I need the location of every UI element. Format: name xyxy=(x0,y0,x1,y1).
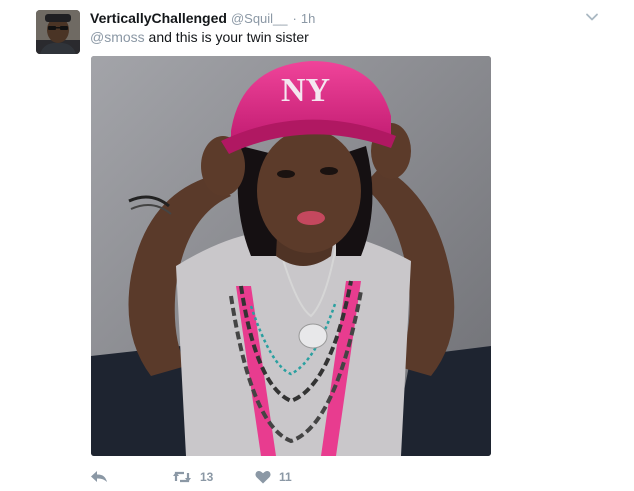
avatar-image xyxy=(36,10,80,54)
separator-dot: · xyxy=(292,11,297,26)
retweet-button[interactable]: 13 xyxy=(172,466,213,488)
like-button[interactable]: 11 xyxy=(255,466,292,488)
tweet-header: VerticallyChallenged @Squil__ · 1h xyxy=(90,10,315,28)
mention-link[interactable]: @smoss xyxy=(90,29,145,45)
tweet: VerticallyChallenged @Squil__ · 1h @smos… xyxy=(0,0,634,491)
display-name[interactable]: VerticallyChallenged xyxy=(90,10,227,26)
more-options-button[interactable] xyxy=(585,10,599,22)
like-count: 11 xyxy=(279,470,292,484)
retweet-count: 13 xyxy=(200,470,214,484)
tweet-actions: 13 11 xyxy=(90,466,390,488)
heart-icon xyxy=(255,471,271,484)
cap-logo: NY xyxy=(281,72,330,109)
timestamp[interactable]: 1h xyxy=(301,11,315,26)
tweet-photo[interactable]: NY xyxy=(91,56,491,456)
tweet-text: @smoss and this is your twin sister xyxy=(90,28,309,46)
tweet-text-body: and this is your twin sister xyxy=(144,29,309,45)
user-handle[interactable]: @Squil__ xyxy=(231,11,288,26)
photo-image: NY xyxy=(91,56,491,456)
avatar[interactable] xyxy=(36,10,80,54)
reply-icon xyxy=(91,471,107,482)
retweet-icon xyxy=(173,471,191,483)
chevron-down-icon xyxy=(586,13,598,21)
reply-button[interactable] xyxy=(90,466,108,488)
